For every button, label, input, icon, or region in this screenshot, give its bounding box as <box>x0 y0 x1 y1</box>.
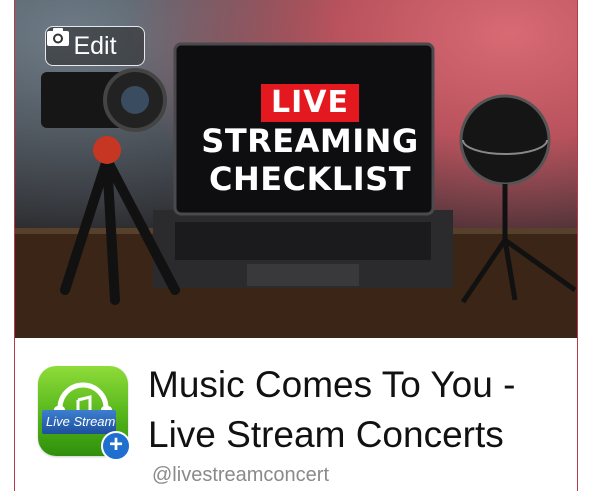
cover-photo[interactable]: Edit LIVE STREAMING CHECKLIST <box>15 0 577 338</box>
add-profile-photo-button[interactable]: + <box>101 431 131 461</box>
page-name: Music Comes To You - Live Stream Concert… <box>148 360 578 460</box>
live-badge: LIVE <box>261 84 359 122</box>
page-name-line-2: Live Stream Concerts <box>148 414 504 455</box>
screen-line-2: CHECKLIST <box>208 160 412 198</box>
camera-icon <box>47 28 69 46</box>
laptop-trackpad <box>247 264 359 286</box>
page-name-line-1: Music Comes To You - <box>148 364 516 405</box>
microphone-head <box>459 94 551 186</box>
page-handle: @livestreamconcert <box>152 464 330 486</box>
camera-glass <box>121 86 149 114</box>
edit-cover-button[interactable]: Edit <box>45 26 145 66</box>
plus-icon: + <box>108 431 123 458</box>
laptop-keyboard <box>175 222 431 260</box>
screen-line-1: STREAMING <box>201 122 419 160</box>
tripod-joint <box>93 136 121 164</box>
screen-headline: LIVE STREAMING CHECKLIST <box>189 70 431 198</box>
profile-icon-label: Live Stream <box>42 410 116 434</box>
edit-label: Edit <box>73 31 117 60</box>
